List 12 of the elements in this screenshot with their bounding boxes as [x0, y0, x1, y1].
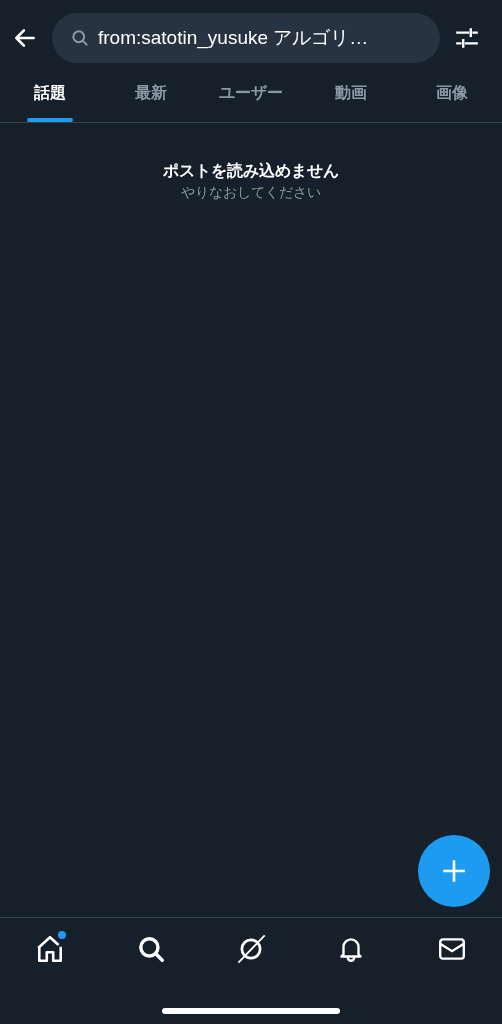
slashed-circle-icon[interactable] [235, 933, 267, 965]
tab[interactable]: ユーザー [200, 64, 302, 122]
tab[interactable]: 話題 [0, 64, 101, 122]
error-title: ポストを読み込めません [163, 161, 339, 182]
tab[interactable]: 画像 [401, 64, 502, 122]
search-field[interactable]: from:satotin_yusuke アルゴリ… [52, 13, 440, 63]
search-icon [70, 28, 90, 48]
tab[interactable]: 動画 [301, 64, 402, 122]
plus-icon [441, 858, 467, 884]
tab[interactable]: 最新 [100, 64, 201, 122]
error-subtitle: やりなおしてください [181, 184, 321, 202]
filter-sliders-icon[interactable] [454, 25, 480, 51]
